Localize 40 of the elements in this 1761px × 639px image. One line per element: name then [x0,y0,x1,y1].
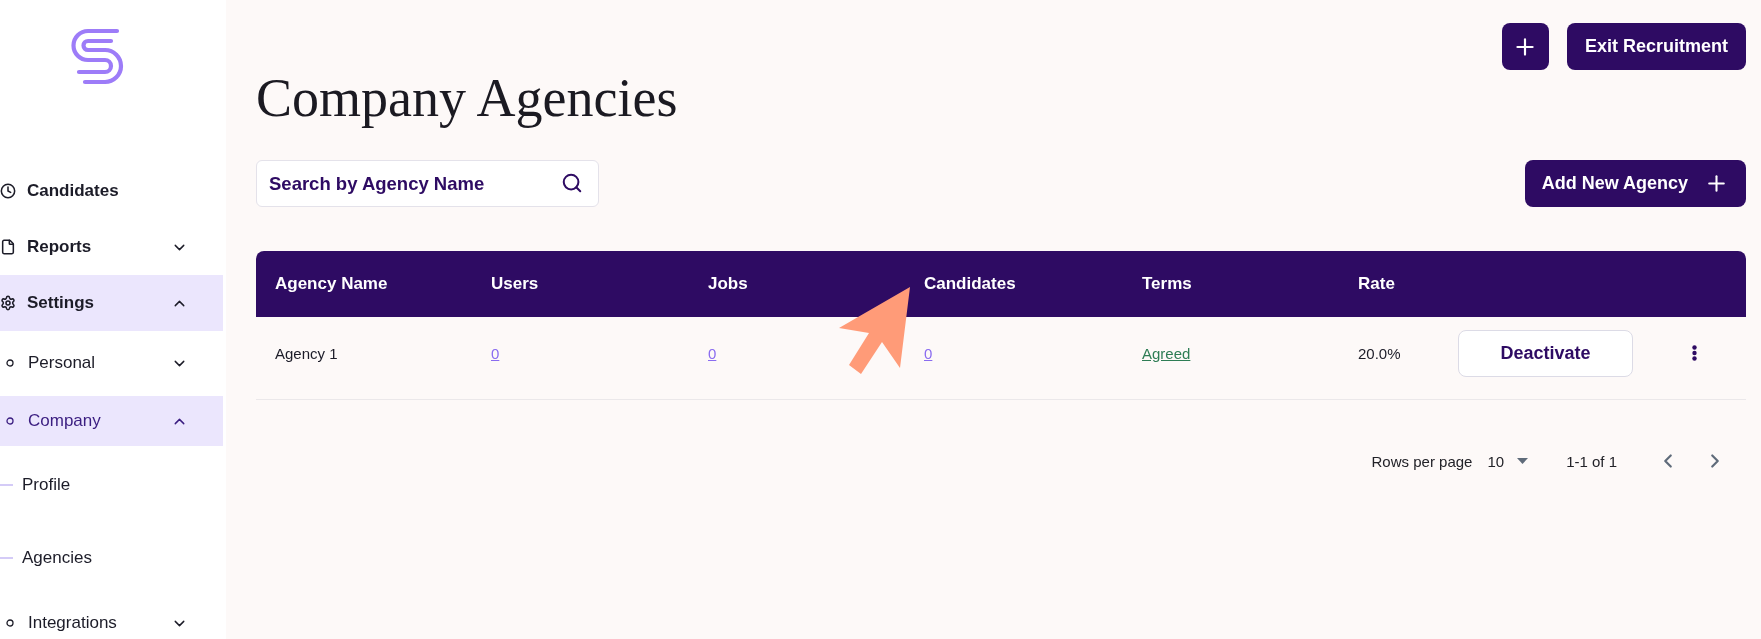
ring-icon [6,619,14,627]
table-cell: Agency 1 [275,344,338,362]
gear-icon [0,295,16,311]
nav-item[interactable]: Candidates [0,163,223,219]
search-field[interactable]: Search by Agency Name [256,160,599,207]
column-header: Rate [1358,274,1395,294]
count-link[interactable]: 0 [491,344,500,362]
nav-item[interactable]: Company [0,396,223,446]
column-header: Users [491,274,539,294]
deactivate-button[interactable]: Deactivate [1458,329,1633,377]
dash-icon [0,484,13,486]
page-range: 1-1 of 1 [1566,452,1617,470]
kebab-icon [1692,345,1697,361]
column-header: Terms [1142,274,1192,294]
nav-item[interactable]: Settings [0,275,223,331]
nav-item[interactable]: Agencies [0,530,223,586]
dash-icon [0,557,13,559]
ring-icon [6,359,14,367]
rows-per-page-label: Rows per page [1371,452,1473,470]
search-icon [561,172,583,194]
table-cell: 20.0% [1358,344,1401,362]
exit-recruitment-button[interactable]: Exit Recruitment [1566,23,1746,70]
clock-icon [0,183,16,199]
nav-item[interactable]: Personal [0,338,223,388]
column-header: Jobs [708,274,748,294]
page-title: Company Agencies [256,70,678,126]
nav-item[interactable]: Profile [0,457,223,513]
add-button[interactable] [1501,23,1549,70]
add-agency-button[interactable]: Add New Agency [1524,160,1746,207]
column-header: Agency Name [275,274,388,294]
caret-icon [1517,458,1529,464]
nav-item[interactable]: Reports [0,219,223,275]
terms-link[interactable]: Agreed [1142,344,1191,362]
nav-item[interactable]: Integrations [0,598,223,639]
count-link[interactable]: 0 [708,344,717,362]
count-link[interactable]: 0 [924,344,933,362]
column-header: Candidates [924,274,1016,294]
rows-per-page-select[interactable]: 10 [1487,452,1529,470]
file-icon [0,239,16,255]
ring-icon [6,417,14,425]
